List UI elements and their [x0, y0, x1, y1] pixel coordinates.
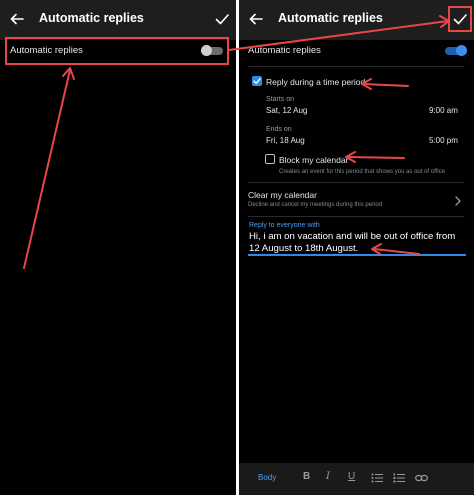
italic-icon[interactable]: I [326, 471, 330, 482]
divider [248, 182, 464, 183]
formatting-toolbar: Body B I U [239, 463, 474, 495]
reply-everyone-label: Reply to everyone with [249, 222, 320, 229]
checkmark-icon[interactable] [213, 10, 231, 28]
bullet-list-icon[interactable] [371, 473, 383, 483]
left-app-bar: Automatic replies [0, 0, 236, 40]
divider [248, 66, 464, 67]
bold-icon[interactable]: B [303, 471, 310, 482]
end-date[interactable]: Fri, 18 Aug [266, 136, 305, 145]
underline-icon[interactable]: U [348, 471, 355, 482]
automatic-replies-label: Automatic replies [248, 45, 321, 56]
ends-on-label: Ends on [266, 126, 292, 133]
start-date[interactable]: Sat, 12 Aug [266, 106, 307, 115]
reply-period-checkbox[interactable] [252, 76, 262, 86]
clear-calendar-description: Decline and cancel my meetings during th… [248, 202, 383, 208]
toggle-knob [456, 45, 467, 56]
right-screen: Automatic replies Automatic replies Repl… [239, 0, 474, 495]
reply-period-label: Reply during a time period [266, 77, 366, 87]
back-arrow-icon[interactable] [8, 10, 26, 28]
page-title: Automatic replies [39, 11, 144, 25]
reply-field-underline [248, 254, 466, 256]
right-app-bar: Automatic replies [239, 0, 474, 40]
end-time[interactable]: 5:00 pm [429, 136, 458, 145]
automatic-replies-toggle[interactable] [445, 45, 467, 56]
annotation-highlight-save [448, 6, 472, 32]
block-calendar-checkbox[interactable] [265, 154, 275, 164]
start-time[interactable]: 9:00 am [429, 106, 458, 115]
link-icon[interactable] [415, 473, 428, 483]
body-format-button[interactable]: Body [258, 473, 276, 482]
back-arrow-icon[interactable] [247, 10, 265, 28]
numbered-list-icon[interactable] [393, 473, 405, 483]
block-calendar-description: Creates an event for this period that sh… [279, 169, 445, 175]
left-screen: Automatic replies Automatic replies [0, 0, 236, 495]
clear-calendar-label[interactable]: Clear my calendar [248, 190, 317, 200]
starts-on-label: Starts on [266, 96, 295, 103]
annotation-highlight-toggle [5, 37, 229, 65]
reply-message-field[interactable]: Hi, i am on vacation and will be out of … [249, 231, 463, 255]
block-calendar-label: Block my calendar [279, 155, 349, 165]
chevron-right-icon[interactable] [454, 195, 462, 207]
page-title: Automatic replies [278, 11, 383, 25]
divider [248, 216, 464, 217]
checkbox-check-icon [253, 78, 261, 84]
